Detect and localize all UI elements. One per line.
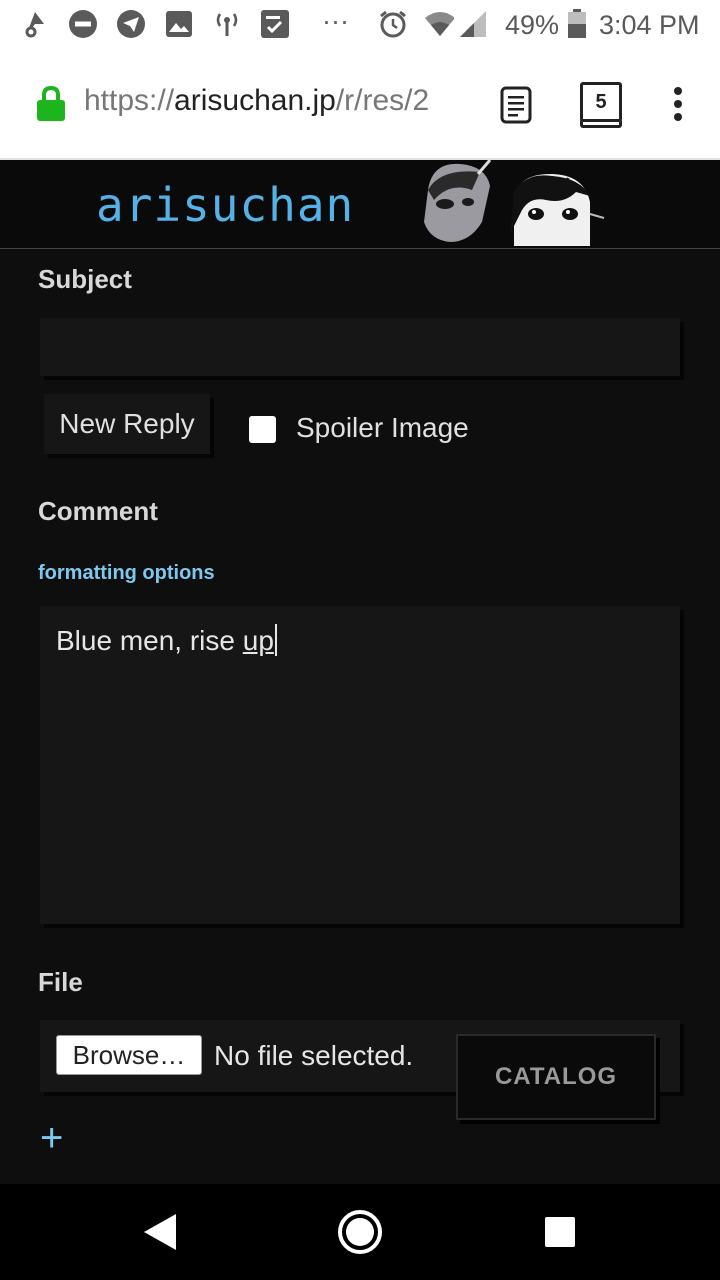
new-reply-label: New Reply — [59, 408, 195, 439]
home-icon[interactable] — [337, 1209, 383, 1260]
alarm-icon — [378, 9, 408, 39]
url-fade — [430, 80, 480, 124]
tab-count: 5 — [595, 90, 607, 113]
wifi-icon — [424, 9, 454, 39]
text-cursor — [274, 624, 277, 656]
do-not-disturb-icon — [68, 9, 98, 39]
banner-image-face-grey — [424, 160, 492, 242]
file-label: File — [38, 967, 83, 997]
catalog-label: CATALOG — [494, 1063, 618, 1090]
cell-signal-icon — [458, 9, 488, 39]
status-bar: ··· 49% 3:04 PM — [0, 0, 720, 50]
overflow-menu-icon[interactable] — [672, 86, 684, 127]
add-field-button[interactable]: + — [40, 1118, 63, 1158]
recents-icon[interactable] — [544, 1216, 576, 1253]
url-host: arisuchan.jp — [174, 84, 336, 117]
site-title[interactable]: arisuchan — [96, 178, 354, 232]
browse-label: Browse… — [72, 1039, 186, 1070]
banner-image-face-white — [510, 174, 605, 246]
reader-mode-icon[interactable] — [500, 86, 532, 129]
notification-overflow: ··· — [322, 6, 349, 36]
subject-input[interactable] — [40, 318, 680, 376]
comment-label: Comment — [38, 496, 158, 526]
telegram-icon — [116, 9, 146, 39]
subject-label: Subject — [38, 264, 132, 294]
clock: 3:04 PM — [599, 10, 700, 40]
battery-percent: 49% — [505, 10, 560, 40]
comment-text: Blue men, rise up — [56, 624, 277, 657]
spoiler-image-label[interactable]: Spoiler Image — [296, 412, 469, 444]
url-path: /r/res/2 — [335, 84, 430, 117]
back-icon[interactable] — [142, 1212, 178, 1257]
lock-icon[interactable] — [36, 85, 66, 127]
url-field[interactable]: https://arisuchan.jp/r/res/2 — [84, 84, 476, 118]
spoiler-checkbox[interactable] — [249, 416, 276, 443]
no-file-selected-text: No file selected. — [214, 1040, 414, 1071]
navigation-bar — [0, 1184, 720, 1280]
tabs-button[interactable]: 5 — [580, 82, 622, 122]
browse-button[interactable]: Browse… — [56, 1035, 202, 1075]
comment-text-underlined: up — [242, 625, 274, 656]
keep-notes-icon — [260, 9, 290, 39]
site-header: arisuchan — [0, 160, 720, 249]
formatting-options-link[interactable]: formatting options — [38, 562, 215, 585]
image-icon — [164, 9, 194, 39]
comment-text-plain: Blue men, rise — [56, 625, 243, 656]
catalog-button[interactable]: CATALOG — [456, 1034, 656, 1120]
url-scheme: https:// — [84, 84, 175, 117]
podcast-icon — [20, 9, 50, 39]
browser-toolbar: https://arisuchan.jp/r/res/2 5 — [0, 50, 720, 160]
signal-tower-icon — [212, 9, 242, 39]
battery-icon — [562, 9, 592, 39]
new-reply-button[interactable]: New Reply — [44, 394, 210, 454]
